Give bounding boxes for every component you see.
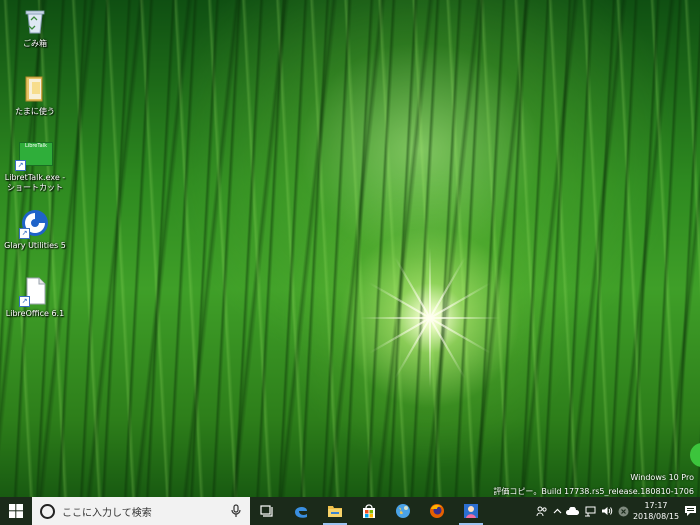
shortcut-arrow-icon: ↗ xyxy=(19,228,30,239)
edge-icon xyxy=(295,506,307,518)
store-icon xyxy=(363,504,375,518)
character-app-button[interactable] xyxy=(454,497,488,525)
globe-app-button[interactable] xyxy=(386,497,420,525)
character-app-icon xyxy=(464,504,478,518)
glary-utilities-icon: ↗ xyxy=(19,208,50,239)
desktop-icon-label: Glary Utilities 5 xyxy=(4,241,66,250)
edge-button[interactable] xyxy=(284,497,318,525)
cortana-circle-icon xyxy=(40,503,55,519)
notification-icon xyxy=(684,506,696,516)
desktop-icon-label: LibretTalk.exe - ショートカット xyxy=(4,173,66,192)
task-view-icon xyxy=(260,505,273,517)
volume-icon[interactable] xyxy=(598,497,615,525)
people-icon[interactable] xyxy=(533,497,550,525)
shortcut-arrow-icon: ↗ xyxy=(19,296,30,307)
libretalk-shortcut-icon: LibreTalk ↗ xyxy=(15,140,54,171)
desktop-icon-recycle-bin[interactable]: ごみ箱 xyxy=(0,6,70,49)
action-center-button[interactable] xyxy=(680,497,700,525)
clock[interactable]: 17:17 2018/08/15 xyxy=(632,500,680,522)
libreoffice-document-icon: ↗ xyxy=(19,276,50,307)
desktop-wallpaper xyxy=(0,0,700,497)
shortcut-arrow-icon: ↗ xyxy=(15,160,26,171)
onedrive-cloud-icon[interactable] xyxy=(564,497,581,525)
windows-edition-watermark: Windows 10 Pro xyxy=(630,473,694,482)
desktop-icon-label: たまに使う xyxy=(15,107,55,116)
desktop-icon-libretalk[interactable]: LibreTalk ↗ LibretTalk.exe - ショートカット xyxy=(0,140,70,193)
desktop-icon-folder[interactable]: たまに使う xyxy=(0,74,70,117)
clock-date: 2018/08/15 xyxy=(632,512,680,521)
close-circle-icon[interactable] xyxy=(615,497,632,525)
clock-time: 17:17 xyxy=(644,501,668,510)
search-box[interactable]: ここに入力して検索 xyxy=(32,497,250,525)
search-placeholder: ここに入力して検索 xyxy=(62,507,152,519)
store-button[interactable] xyxy=(352,497,386,525)
microphone-icon[interactable] xyxy=(230,504,242,518)
network-icon[interactable] xyxy=(581,497,598,525)
notification-bubble[interactable] xyxy=(690,443,700,467)
task-view-button[interactable] xyxy=(250,497,284,525)
globe-icon xyxy=(396,504,410,518)
folder-icon xyxy=(328,506,342,517)
desktop-icon-label: ごみ箱 xyxy=(23,39,47,48)
chevron-up-icon[interactable] xyxy=(550,497,564,525)
taskbar: ここに入力して検索 17:17 2018/08/15 xyxy=(0,497,700,525)
firefox-button[interactable] xyxy=(420,497,454,525)
desktop-icon-label: LibreOffice 6.1 xyxy=(5,309,65,318)
start-button[interactable] xyxy=(0,497,32,525)
folder-icon xyxy=(20,74,50,104)
windows-logo-icon xyxy=(9,504,23,518)
build-watermark: 評価コピー。Build 17738.rs5_release.180810-170… xyxy=(493,487,694,496)
desktop-icon-glary[interactable]: ↗ Glary Utilities 5 xyxy=(0,208,70,251)
file-explorer-button[interactable] xyxy=(318,497,352,525)
system-tray: 17:17 2018/08/15 xyxy=(533,497,700,525)
firefox-icon xyxy=(430,504,444,518)
recycle-bin-icon xyxy=(20,6,50,36)
desktop-icon-libreoffice[interactable]: ↗ LibreOffice 6.1 xyxy=(0,276,70,319)
